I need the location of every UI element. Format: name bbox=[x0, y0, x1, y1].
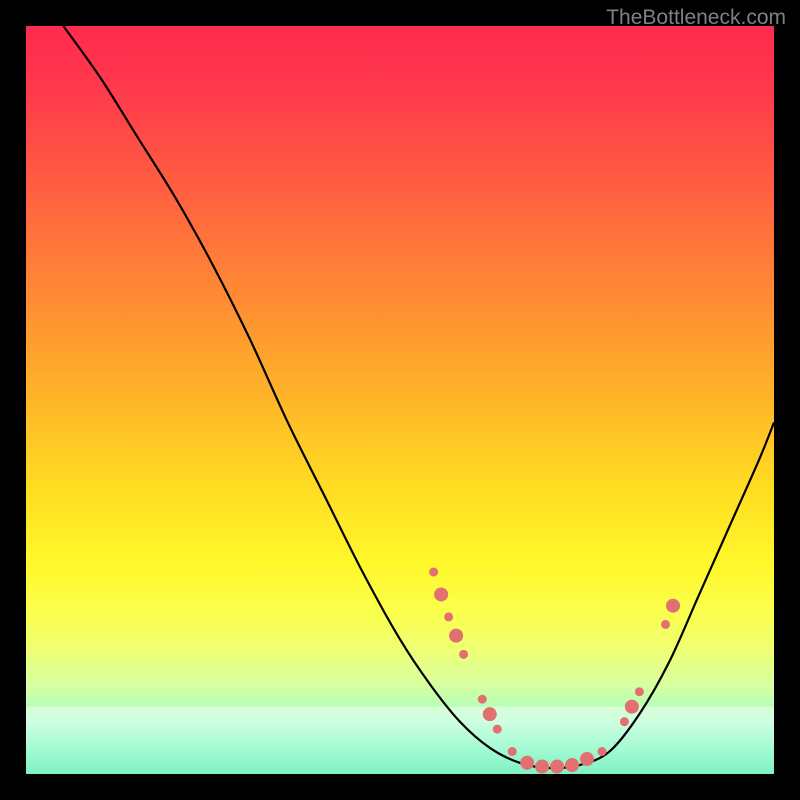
data-point-marker bbox=[493, 725, 502, 734]
data-point-marker bbox=[429, 568, 438, 577]
data-point-marker bbox=[478, 695, 487, 704]
data-point-marker bbox=[520, 756, 534, 770]
data-point-marker bbox=[434, 587, 448, 601]
data-point-marker bbox=[625, 700, 639, 714]
data-point-marker bbox=[620, 717, 629, 726]
data-point-marker bbox=[635, 687, 644, 696]
data-point-marker bbox=[444, 612, 453, 621]
bottleneck-curve-line bbox=[63, 26, 774, 768]
data-point-marker bbox=[449, 629, 463, 643]
watermark-text: TheBottleneck.com bbox=[606, 6, 786, 30]
chart-svg bbox=[26, 26, 774, 774]
highlight-band bbox=[26, 707, 774, 774]
data-point-marker bbox=[661, 620, 670, 629]
data-point-marker bbox=[459, 650, 468, 659]
data-point-marker bbox=[550, 760, 564, 774]
data-point-marker bbox=[535, 760, 549, 774]
data-point-marker bbox=[580, 752, 594, 766]
data-point-marker bbox=[597, 747, 606, 756]
data-point-marker bbox=[666, 599, 680, 613]
chart-plot-area bbox=[26, 26, 774, 774]
data-point-marker bbox=[565, 758, 579, 772]
data-point-marker bbox=[508, 747, 517, 756]
data-point-marker bbox=[483, 707, 497, 721]
